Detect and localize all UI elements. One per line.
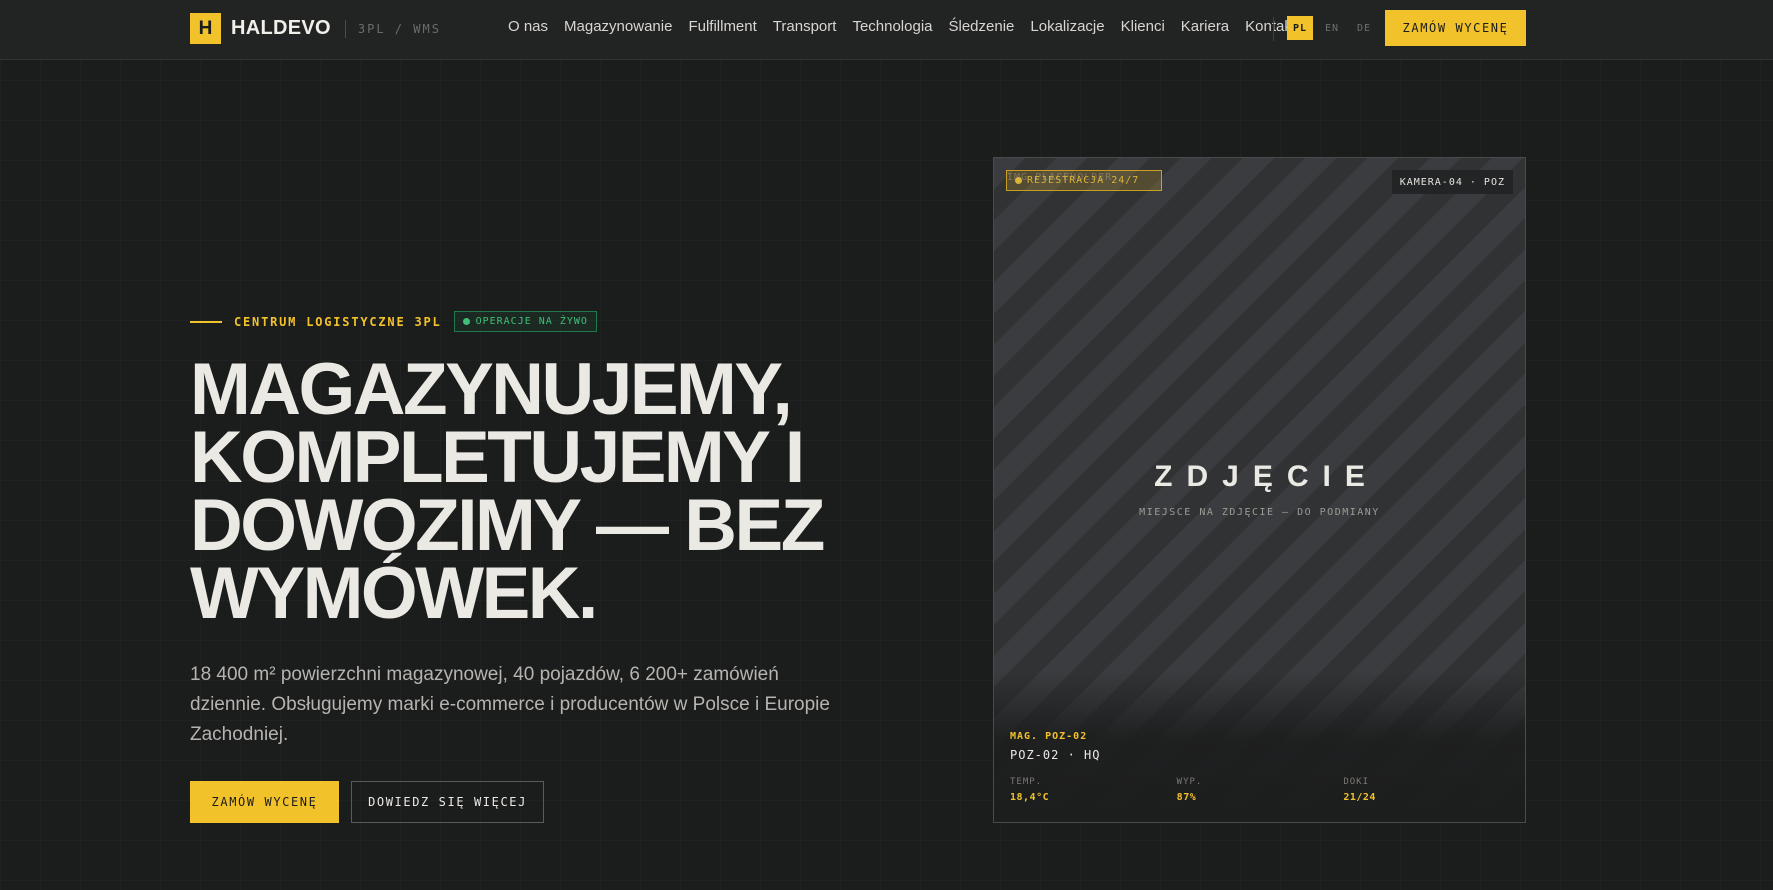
brand-tagline: 3PL / WMS — [357, 21, 441, 36]
stat-temperature: TEMP. 18,4°C — [1010, 777, 1177, 803]
nav-item-fulfillment[interactable]: Fulfillment — [688, 18, 756, 35]
nav-item-o-nas[interactable]: O nas — [508, 18, 548, 35]
recording-badge: REJESTRACJA 24/7 — [1006, 170, 1162, 191]
nav-item-lokalizacje[interactable]: Lokalizacje — [1030, 18, 1104, 35]
warehouse-name: POZ-02 · HQ — [1010, 748, 1101, 762]
eyebrow-rule — [190, 320, 222, 323]
nav-item-technologia[interactable]: Technologia — [852, 18, 932, 35]
main-nav: O nas Magazynowanie Fulfillment Transpor… — [508, 18, 1312, 35]
live-operations-badge: OPERACJE NA ŻYWO — [453, 311, 597, 332]
eyebrow-text: CENTRUM LOGISTYCZNE 3PL — [234, 314, 442, 329]
brand-logo[interactable]: H HALDEVO 3PL / WMS — [190, 13, 441, 44]
headline-line-2: KOMPLETUJEMY I — [190, 417, 805, 498]
stat-value: 87% — [1176, 792, 1197, 803]
nav-item-transport[interactable]: Transport — [773, 18, 837, 35]
camera-badge: KAMERA-04 · POZ — [1391, 170, 1513, 194]
brand-name: HALDEVO — [231, 17, 331, 39]
top-navigation-bar: H HALDEVO 3PL / WMS O nas Magazynowanie … — [0, 0, 1773, 60]
photo-placeholder-subtitle: MIEJSCE NA ZDJĘCIE — DO PODMIANY — [1139, 507, 1380, 518]
logo-mark-icon: H — [190, 13, 221, 44]
recording-dot-icon — [1015, 177, 1022, 184]
lang-option-de[interactable]: DE — [1351, 16, 1377, 40]
nav-item-sledzenie[interactable]: Śledzenie — [949, 18, 1015, 35]
photo-placeholder-title: ZDJĘCIE — [1154, 460, 1379, 493]
learn-more-button[interactable]: DOWIEDZ SIĘ WIĘCEJ — [351, 781, 544, 823]
quote-button[interactable]: ZAMÓW WYCENĘ — [190, 781, 339, 823]
stat-docks: DOKI 21/24 — [1343, 777, 1510, 803]
hero-headline: MAGAZYNUJEMY, KOMPLETUJEMY I DOWOZIMY — … — [190, 349, 910, 634]
nav-divider — [1273, 17, 1274, 41]
stat-utilization: WYP. 87% — [1177, 777, 1344, 803]
headline-line-3: DOWOZIMY — BEZ — [190, 485, 825, 566]
warehouse-stats: TEMP. 18,4°C WYP. 87% DOKI 21/24 — [1010, 777, 1510, 803]
recording-label: REJESTRACJA 24/7 — [1027, 175, 1140, 186]
lang-option-en[interactable]: EN — [1319, 16, 1345, 40]
brand-divider — [344, 19, 346, 38]
stat-label: DOKI — [1343, 777, 1370, 787]
nav-item-klienci[interactable]: Klienci — [1121, 18, 1165, 35]
live-badge-label: OPERACJE NA ŻYWO — [475, 316, 588, 327]
header-quote-button[interactable]: ZAMÓW WYCENĘ — [1385, 10, 1526, 46]
warehouse-photo-placeholder: IMG PLACEHOLDER REJESTRACJA 24/7 KAMERA-… — [993, 157, 1526, 823]
live-dot-icon — [462, 318, 470, 325]
warehouse-code-label: MAG. POZ-02 — [1010, 731, 1088, 742]
language-switcher: PL EN DE — [1287, 16, 1377, 40]
stat-value: 21/24 — [1343, 792, 1376, 803]
stat-label: TEMP. — [1010, 777, 1043, 787]
stat-value: 18,4°C — [1010, 792, 1050, 803]
hero-description: 18 400 m² powierzchni magazynowej, 40 po… — [190, 664, 830, 745]
nav-item-kariera[interactable]: Kariera — [1181, 18, 1229, 35]
headline-line-1: MAGAZYNUJEMY, — [190, 349, 793, 430]
stat-label: WYP. — [1176, 777, 1203, 787]
nav-item-magazynowanie[interactable]: Magazynowanie — [564, 18, 672, 35]
lang-option-pl[interactable]: PL — [1287, 16, 1313, 40]
headline-line-4: WYMÓWEK. — [190, 553, 598, 634]
hero-eyebrow: CENTRUM LOGISTYCZNE 3PL OPERACJE NA ŻYWO — [190, 311, 597, 332]
